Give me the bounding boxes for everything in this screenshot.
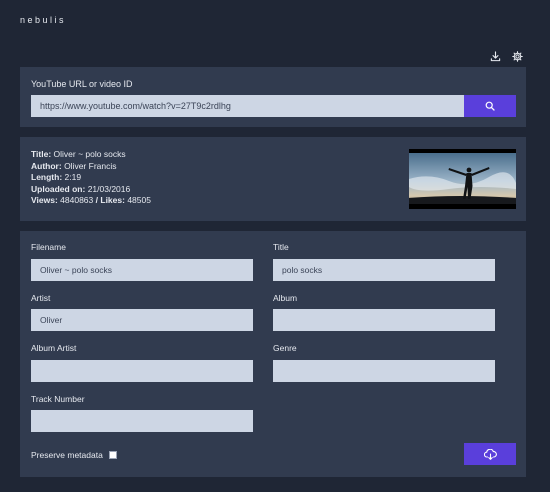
preserve-metadata-label: Preserve metadata bbox=[31, 450, 103, 460]
download-button[interactable] bbox=[464, 443, 516, 465]
video-length: 2:19 bbox=[64, 172, 82, 183]
info-length-row: Length: 2:19 bbox=[31, 172, 82, 183]
url-label: YouTube URL or video ID bbox=[31, 79, 133, 89]
preserve-metadata: Preserve metadata bbox=[31, 450, 117, 460]
toolbar bbox=[490, 51, 523, 62]
filename-field[interactable] bbox=[31, 259, 253, 281]
info-title-row: Title: Oliver ~ polo socks bbox=[31, 149, 126, 159]
filename-label: Filename bbox=[31, 242, 66, 252]
video-info-panel: Title: Oliver ~ polo socks Author: Olive… bbox=[20, 137, 526, 221]
app-title: nebulis bbox=[20, 15, 67, 25]
video-views: 4840863 bbox=[60, 195, 94, 206]
video-likes: 48505 bbox=[127, 195, 151, 206]
track-number-label: Track Number bbox=[31, 394, 85, 404]
video-author: Oliver Francis bbox=[64, 160, 117, 171]
url-input[interactable] bbox=[31, 95, 464, 117]
album-label: Album bbox=[273, 293, 298, 303]
genre-field[interactable] bbox=[273, 360, 495, 382]
album-artist-field[interactable] bbox=[31, 360, 253, 382]
url-panel: YouTube URL or video ID bbox=[20, 67, 526, 127]
info-stats-row: Views: 4840863 / Likes: 48505 bbox=[31, 195, 151, 206]
search-button[interactable] bbox=[464, 95, 516, 117]
album-field[interactable] bbox=[273, 309, 495, 331]
video-upload-date: 21/03/2016 bbox=[87, 183, 131, 194]
gear-icon[interactable] bbox=[512, 51, 523, 62]
title-field[interactable] bbox=[273, 259, 495, 281]
metadata-panel: Filename Title Artist Album Album Artist… bbox=[20, 231, 526, 477]
title-label: Title bbox=[273, 242, 289, 252]
search-icon bbox=[485, 101, 495, 111]
video-thumbnail bbox=[409, 149, 516, 209]
cloud-download-icon bbox=[483, 448, 497, 460]
genre-label: Genre bbox=[273, 343, 297, 353]
artist-field[interactable] bbox=[31, 309, 253, 331]
album-artist-label: Album Artist bbox=[31, 343, 77, 353]
video-title: Oliver ~ polo socks bbox=[53, 149, 126, 159]
artist-label: Artist bbox=[31, 293, 51, 303]
download-icon[interactable] bbox=[490, 51, 501, 62]
track-number-field[interactable] bbox=[31, 410, 253, 432]
info-uploaded-row: Uploaded on: 21/03/2016 bbox=[31, 183, 131, 194]
video-info: Title: Oliver ~ polo socks Author: Olive… bbox=[31, 149, 151, 207]
preserve-metadata-checkbox[interactable] bbox=[108, 451, 117, 459]
info-author-row: Author: Oliver Francis bbox=[31, 160, 117, 171]
